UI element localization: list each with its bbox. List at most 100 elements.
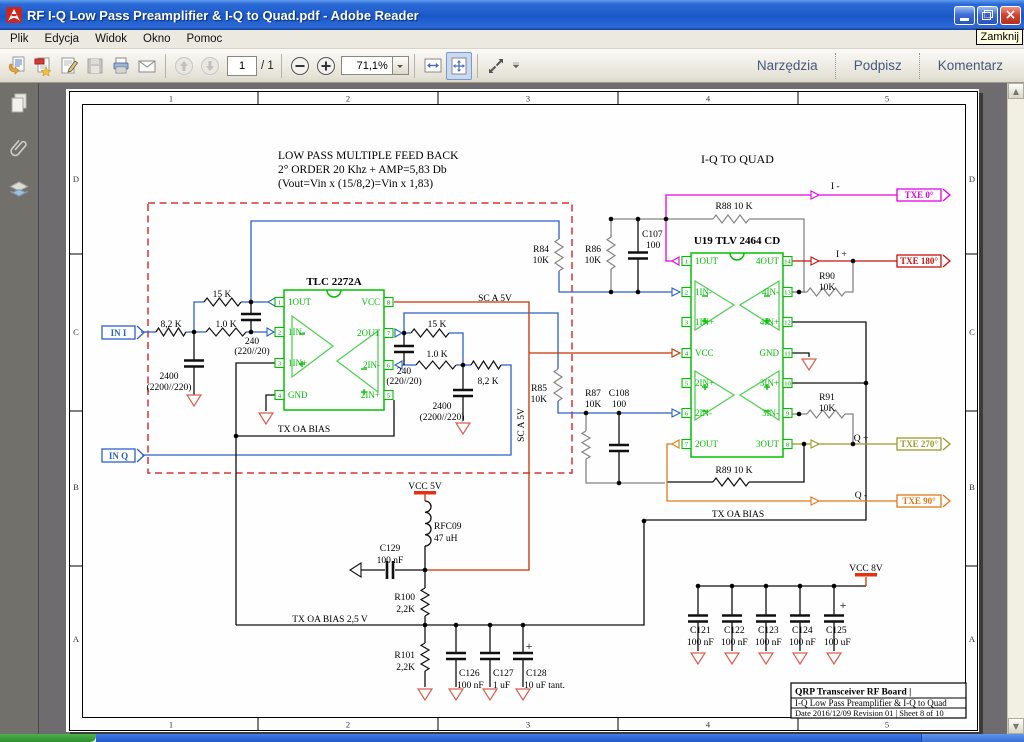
create-pdf-button[interactable] — [30, 52, 56, 80]
email-button[interactable] — [134, 52, 160, 80]
page-number-input[interactable] — [227, 56, 257, 76]
comment-panel-button[interactable]: Komentarz — [921, 54, 1020, 78]
menu-pomoc[interactable]: Pomoc — [179, 32, 231, 46]
system-tray[interactable] — [921, 734, 1024, 742]
schematic-label: 1 — [169, 94, 173, 104]
sign-panel-button[interactable]: Podpisz — [837, 54, 919, 78]
open-button[interactable] — [4, 52, 30, 80]
schematic-label: 10K — [819, 283, 836, 293]
schematic-label: R91 — [819, 393, 835, 403]
schematic-label: 1.0 K — [215, 320, 236, 330]
title-bar[interactable]: RF I-Q Low Pass Preamplifier & I-Q to Qu… — [0, 0, 1024, 30]
schematic-label: TXE 90° — [902, 496, 936, 506]
previous-page-icon — [174, 56, 194, 76]
fit-page-button[interactable] — [446, 52, 472, 80]
menu-widok[interactable]: Widok — [87, 32, 135, 46]
schematic-label: 1IN- — [695, 287, 712, 297]
schematic-label: D — [73, 174, 79, 184]
schematic-label: C126 — [459, 669, 480, 679]
minimize-button[interactable] — [954, 6, 975, 25]
schematic-label: + — [526, 639, 533, 653]
menu-plik[interactable]: Plik — [2, 32, 37, 46]
schematic-label: 8 — [786, 442, 789, 449]
schematic-label: IN I — [111, 328, 127, 338]
fullscreen-icon — [486, 56, 506, 76]
schematic-label: IN Q — [109, 451, 128, 461]
schematic-label: 100 — [612, 400, 627, 410]
schematic-label: R88 10 K — [716, 202, 753, 212]
schematic-label: 4IN- — [762, 287, 779, 297]
menu-okno[interactable]: Okno — [135, 32, 179, 46]
toolbar-separator — [281, 54, 282, 78]
sign-button[interactable] — [56, 52, 82, 80]
close-button[interactable]: × — [1000, 6, 1021, 25]
schematic-label: 3 — [685, 320, 688, 327]
schematic-label: 4OUT — [756, 256, 779, 266]
zoom-out-icon — [290, 56, 310, 76]
toolbar-overflow-button[interactable] — [509, 52, 523, 80]
schematic-label: R89 10 K — [716, 466, 753, 476]
schematic-label: 5 — [685, 381, 688, 388]
schematic-label: LOW PASS MULTIPLE FEED BACK — [278, 150, 459, 162]
zoom-out-button[interactable] — [287, 52, 313, 80]
schematic-label: (2200//220) — [147, 382, 192, 393]
schematic-label: 5 — [387, 393, 390, 400]
schematic-label: 9 — [786, 411, 789, 418]
schematic-label: 3IN+ — [760, 378, 779, 388]
schematic-label: 100 nF — [755, 638, 782, 648]
create-pdf-icon — [33, 56, 53, 76]
schematic-label: I + — [836, 250, 847, 260]
schematic-label: 8 — [387, 300, 390, 307]
menu-edycja[interactable]: Edycja — [37, 32, 88, 46]
schematic-label: 100 nF — [721, 638, 748, 648]
schematic-label: C108 — [609, 389, 630, 399]
schematic-label: 3 — [526, 94, 530, 104]
page-thumbnails-icon[interactable] — [7, 91, 31, 115]
schematic-label: C127 — [493, 669, 514, 679]
schematic-label: 1IN- — [288, 327, 305, 337]
os-taskbar — [0, 734, 1024, 742]
zoom-level-value[interactable]: 71,1% — [341, 56, 392, 75]
save-button[interactable] — [82, 52, 108, 80]
scroll-up-button[interactable]: ▲ — [1008, 83, 1024, 99]
document-canvas[interactable]: 1122334455DDCCBBAA11OUT21IN-31IN+4GND8VC… — [39, 83, 1007, 734]
schematic-label: 5 — [885, 94, 889, 104]
schematic-label: (Vout=Vin x (15/8,2)=Vin x 1,83) — [278, 178, 433, 190]
schematic-label: 12 — [784, 320, 791, 327]
schematic-label: (220//20) — [386, 376, 421, 387]
layers-icon[interactable] — [7, 179, 31, 203]
schematic-label: 8,2 K — [477, 377, 498, 387]
schematic-label: C — [73, 327, 79, 337]
schematic-label: I-Q TO QUAD — [701, 152, 774, 166]
schematic-label: TXE 180° — [900, 256, 938, 266]
fit-width-button[interactable] — [420, 52, 446, 80]
chevron-down-icon — [512, 62, 520, 70]
scroll-down-button[interactable]: ▼ — [1008, 718, 1024, 734]
restore-button[interactable] — [977, 6, 998, 25]
previous-page-button[interactable] — [171, 52, 197, 80]
zoom-dropdown-button[interactable] — [392, 56, 409, 75]
start-button[interactable] — [0, 734, 96, 742]
schematic-label: TXE 270° — [900, 439, 938, 449]
schematic-label: 10K — [533, 256, 550, 266]
print-button[interactable] — [108, 52, 134, 80]
schematic-label: 2OUT — [695, 439, 718, 449]
schematic-label: R101 — [394, 651, 415, 661]
next-page-button[interactable] — [197, 52, 223, 80]
schematic-label: 10K — [819, 404, 836, 414]
schematic-label: C122 — [724, 626, 745, 636]
vertical-scrollbar[interactable]: ▲ ▼ — [1007, 83, 1024, 734]
schematic-label: B — [73, 482, 79, 492]
chevron-down-icon — [396, 62, 404, 70]
schematic-label: 15 K — [428, 320, 447, 330]
fullscreen-button[interactable] — [483, 52, 509, 80]
tools-panel-button[interactable]: Narzędzia — [740, 54, 835, 78]
schematic-label: (2200//220) — [420, 412, 465, 423]
zoom-in-button[interactable] — [313, 52, 339, 80]
schematic-label: 2400 — [160, 372, 179, 382]
schematic-label: 47 uH — [434, 534, 458, 544]
schematic-label: 100 nF — [789, 638, 816, 648]
taskbar-main[interactable] — [96, 734, 921, 742]
attachments-icon[interactable] — [7, 135, 31, 159]
zoom-level-combo[interactable]: 71,1% — [341, 56, 409, 75]
